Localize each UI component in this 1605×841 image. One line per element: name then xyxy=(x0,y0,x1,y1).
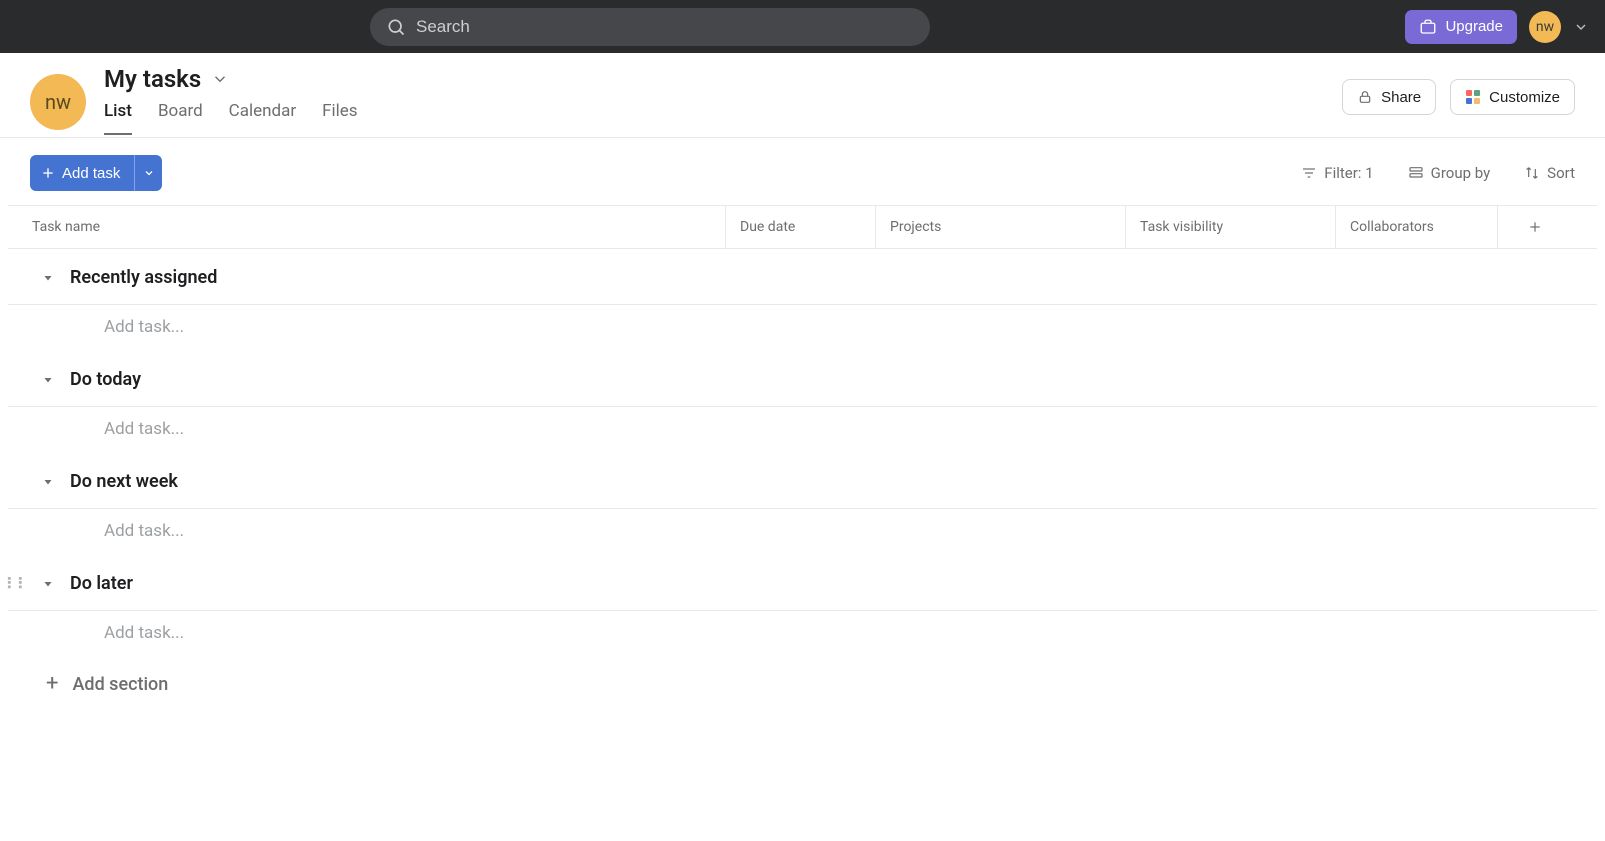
caret-down-icon xyxy=(42,272,54,284)
add-section-button[interactable]: + Add section xyxy=(8,657,1597,695)
tab-board[interactable]: Board xyxy=(158,101,203,135)
column-visibility[interactable]: Task visibility xyxy=(1126,206,1336,248)
avatar-initials: nw xyxy=(1536,19,1554,35)
sort-icon xyxy=(1524,165,1540,181)
tab-calendar[interactable]: Calendar xyxy=(229,101,296,135)
section-header: Recently assigned xyxy=(8,249,1597,304)
section-header: ⠇⠇Do later xyxy=(8,555,1597,610)
section-header: Do today xyxy=(8,351,1597,406)
add-task-button[interactable]: Add task xyxy=(30,155,134,191)
title-dropdown-icon[interactable] xyxy=(211,70,229,88)
collapse-toggle[interactable] xyxy=(38,578,58,590)
caret-down-icon xyxy=(42,374,54,386)
section-header: Do next week xyxy=(8,453,1597,508)
plus-icon xyxy=(40,165,56,181)
customize-label: Customize xyxy=(1489,89,1560,106)
section-group: Do next week Add task... xyxy=(8,453,1597,555)
add-task-inline[interactable]: Add task... xyxy=(8,610,1597,657)
upgrade-label: Upgrade xyxy=(1445,18,1503,35)
add-task-inline[interactable]: Add task... xyxy=(8,406,1597,453)
briefcase-icon xyxy=(1419,18,1437,36)
add-task-inline[interactable]: Add task... xyxy=(8,508,1597,555)
upgrade-button[interactable]: Upgrade xyxy=(1405,10,1517,44)
add-task-label: Add task xyxy=(62,165,120,182)
collapse-toggle[interactable] xyxy=(38,374,58,386)
section-group: ⠇⠇Do laterAdd task... xyxy=(8,555,1597,657)
filter-icon xyxy=(1301,165,1317,181)
grid-icon xyxy=(1465,89,1481,105)
caret-down-icon xyxy=(42,578,54,590)
section-name[interactable]: Do today xyxy=(70,369,141,390)
filter-button[interactable]: Filter: 1 xyxy=(1301,164,1373,182)
sort-button[interactable]: Sort xyxy=(1524,164,1575,182)
section-group: Recently assigned Add task... xyxy=(8,249,1597,351)
group-by-button[interactable]: Group by xyxy=(1408,164,1491,182)
page-header: nw My tasks List Board Calendar Files Sh… xyxy=(0,53,1605,138)
sections-container: Recently assigned Add task... Do today Add … xyxy=(0,249,1605,695)
search-input[interactable] xyxy=(416,17,914,37)
share-button[interactable]: Share xyxy=(1342,79,1436,115)
plus-icon: + xyxy=(46,673,58,695)
column-due-date[interactable]: Due date xyxy=(726,206,876,248)
caret-down-icon xyxy=(42,476,54,488)
section-name[interactable]: Recently assigned xyxy=(70,267,217,288)
collapse-toggle[interactable] xyxy=(38,272,58,284)
list-toolbar: Add task Filter: 1 Group by xyxy=(0,138,1605,205)
filter-label: Filter: 1 xyxy=(1324,164,1373,182)
page-title: My tasks xyxy=(104,65,201,93)
plus-icon xyxy=(1527,219,1543,235)
owner-avatar-initials: nw xyxy=(45,90,71,114)
lock-icon xyxy=(1357,89,1373,105)
chevron-down-icon[interactable] xyxy=(1573,19,1589,35)
share-label: Share xyxy=(1381,89,1421,106)
add-task-inline[interactable]: Add task... xyxy=(8,304,1597,351)
column-task-name[interactable]: Task name xyxy=(8,206,726,248)
section-group: Do today Add task... xyxy=(8,351,1597,453)
add-section-label: Add section xyxy=(72,674,168,695)
sort-label: Sort xyxy=(1547,164,1575,182)
tab-list[interactable]: List xyxy=(104,101,132,135)
customize-button[interactable]: Customize xyxy=(1450,79,1575,115)
column-header-row: Task name Due date Projects Task visibil… xyxy=(8,205,1597,249)
tab-files[interactable]: Files xyxy=(322,101,357,135)
topbar: Upgrade nw xyxy=(0,0,1605,53)
column-collaborators[interactable]: Collaborators xyxy=(1336,206,1498,248)
user-avatar[interactable]: nw xyxy=(1529,11,1561,43)
chevron-down-icon xyxy=(143,167,155,179)
group-icon xyxy=(1408,165,1424,181)
group-label: Group by xyxy=(1431,164,1491,182)
add-column-button[interactable] xyxy=(1498,206,1558,248)
collapse-toggle[interactable] xyxy=(38,476,58,488)
section-name[interactable]: Do next week xyxy=(70,471,178,492)
search-icon xyxy=(386,17,406,37)
owner-avatar[interactable]: nw xyxy=(30,74,86,130)
section-name[interactable]: Do later xyxy=(70,573,133,594)
column-projects[interactable]: Projects xyxy=(876,206,1126,248)
add-task-dropdown[interactable] xyxy=(134,155,162,191)
global-search[interactable] xyxy=(370,8,930,46)
view-tabs: List Board Calendar Files xyxy=(104,101,358,135)
